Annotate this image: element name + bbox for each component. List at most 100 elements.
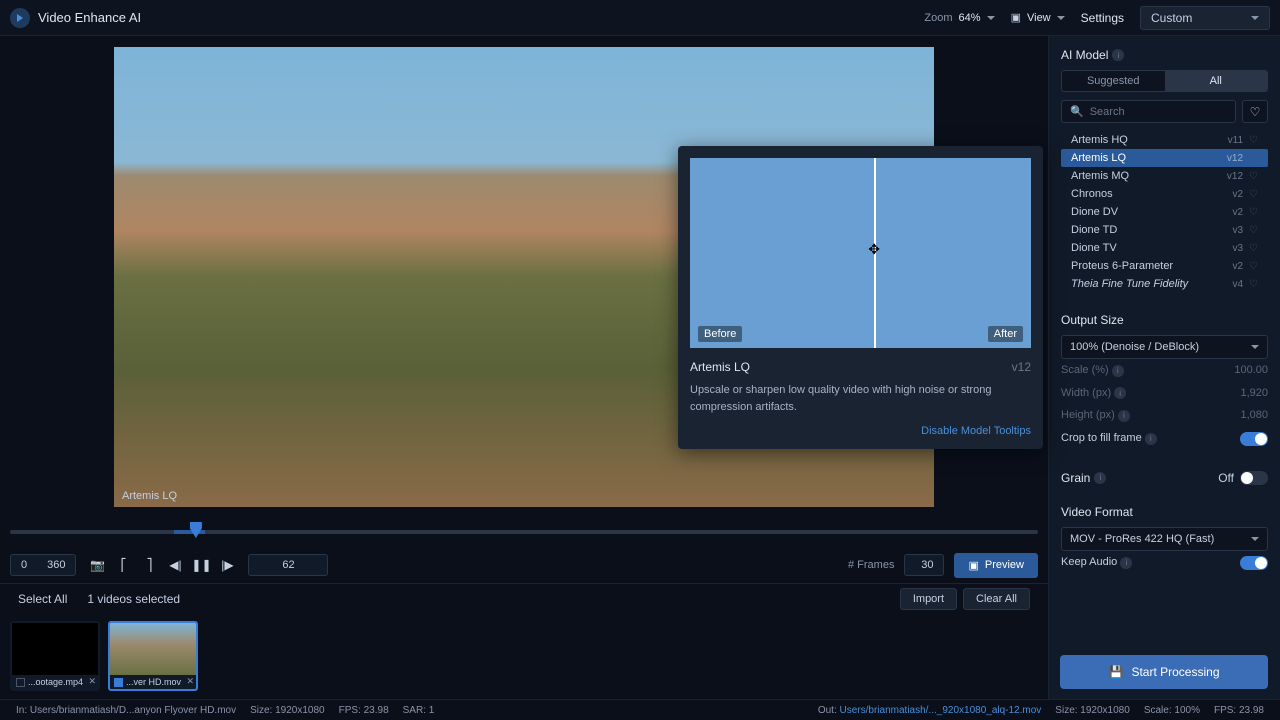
start-processing-button[interactable]: 💾 Start Processing xyxy=(1060,655,1268,689)
info-icon[interactable]: i xyxy=(1118,410,1130,422)
ai-model-title: AI Model xyxy=(1061,48,1108,62)
thumbnail-filename: ...ootage.mp4 xyxy=(28,677,83,687)
close-icon[interactable]: ✕ xyxy=(88,676,96,687)
grain-toggle[interactable] xyxy=(1240,471,1268,485)
app-title: Video Enhance AI xyxy=(38,10,141,25)
model-item[interactable]: Dione TVv3♡ xyxy=(1061,239,1268,257)
snapshot-button[interactable]: 📷 xyxy=(86,554,108,576)
video-format-select[interactable]: MOV - ProRes 422 HQ (Fast) xyxy=(1061,527,1268,551)
model-item[interactable]: Artemis LQv12♡ xyxy=(1061,149,1268,167)
compare-preview[interactable]: ✥ Before After xyxy=(690,158,1031,348)
preview-label: Preview xyxy=(985,559,1024,571)
heart-icon[interactable]: ♡ xyxy=(1249,189,1258,200)
keep-audio-toggle[interactable] xyxy=(1240,556,1268,570)
model-name: Dione TV xyxy=(1071,242,1232,254)
heart-icon[interactable]: ♡ xyxy=(1249,171,1258,182)
preview-button[interactable]: ▣ Preview xyxy=(954,553,1038,578)
crop-toggle[interactable] xyxy=(1240,432,1268,446)
frames-input[interactable]: 30 xyxy=(904,554,944,576)
grain-state: Off xyxy=(1218,471,1234,485)
output-preset-select[interactable]: 100% (Denoise / DeBlock) xyxy=(1061,335,1268,359)
model-version: v4 xyxy=(1232,279,1243,290)
heart-icon[interactable]: ♡ xyxy=(1249,207,1258,218)
zoom-control[interactable]: Zoom 64% xyxy=(924,12,994,24)
heart-icon[interactable]: ♡ xyxy=(1249,225,1258,236)
before-label: Before xyxy=(698,326,742,342)
preset-value: Custom xyxy=(1151,11,1192,25)
compare-handle-icon[interactable]: ✥ xyxy=(863,238,885,260)
mark-out-button[interactable]: ⎤ xyxy=(138,554,160,576)
in-fps: FPS: 23.98 xyxy=(339,705,389,716)
info-icon[interactable]: i xyxy=(1112,49,1124,61)
info-icon[interactable]: i xyxy=(1112,365,1124,377)
model-version: v12 xyxy=(1227,171,1243,182)
heart-icon[interactable]: ♡ xyxy=(1249,243,1258,254)
out-label: Out: xyxy=(818,705,837,716)
tab-all[interactable]: All xyxy=(1165,71,1268,91)
model-item[interactable]: Proteus 6-Parameterv2♡ xyxy=(1061,257,1268,275)
heart-icon[interactable]: ♡ xyxy=(1249,261,1258,272)
select-all-link[interactable]: Select All xyxy=(18,592,67,606)
heart-icon[interactable]: ♡ xyxy=(1249,279,1258,290)
in-size: Size: 1920x1080 xyxy=(250,705,325,716)
thumbnail-checkbox[interactable] xyxy=(16,678,25,687)
model-version: v2 xyxy=(1232,189,1243,200)
disable-tooltips-link[interactable]: Disable Model Tooltips xyxy=(690,425,1031,437)
info-icon[interactable]: i xyxy=(1120,557,1132,569)
preview-icon: ▣ xyxy=(968,559,978,572)
model-item[interactable]: Chronosv2 ♡ xyxy=(1061,185,1268,203)
model-item[interactable]: Theia Fine Tune Fidelityv4♡ xyxy=(1061,275,1268,293)
heart-icon[interactable]: ♡ xyxy=(1249,135,1258,146)
step-forward-button[interactable]: |▶ xyxy=(216,554,238,576)
info-icon[interactable]: i xyxy=(1145,433,1157,445)
favorite-filter-button[interactable]: ♡ xyxy=(1242,100,1268,123)
timeline-region[interactable] xyxy=(174,530,205,534)
zoom-value: 64% xyxy=(959,12,981,24)
after-label: After xyxy=(988,326,1023,342)
width-label: Width (px) xyxy=(1061,387,1111,399)
chevron-down-icon xyxy=(1251,16,1259,20)
zoom-label: Zoom xyxy=(924,12,952,24)
chevron-down-icon xyxy=(1057,16,1065,20)
height-value: 1,080 xyxy=(1212,409,1268,421)
out-path-link[interactable]: Users/brianmatiash/..._920x1080_alq-12.m… xyxy=(840,705,1042,716)
info-icon[interactable]: i xyxy=(1094,472,1106,484)
close-icon[interactable]: ✕ xyxy=(186,676,194,687)
keep-audio-label: Keep Audio xyxy=(1061,556,1117,568)
model-name: Chronos xyxy=(1071,188,1232,200)
clear-all-button[interactable]: Clear All xyxy=(963,588,1030,610)
model-tooltip-panel: ✥ Before After Artemis LQ v12 Upscale or… xyxy=(678,146,1043,449)
width-value: 1,920 xyxy=(1212,387,1268,399)
timeline-playhead[interactable] xyxy=(190,522,202,538)
video-thumbnail[interactable]: ...ver HD.mov ✕ xyxy=(108,621,198,691)
model-item[interactable]: Artemis MQv12♡ xyxy=(1061,167,1268,185)
output-size-title: Output Size xyxy=(1061,313,1268,327)
import-button[interactable]: Import xyxy=(900,588,957,610)
timeline[interactable] xyxy=(0,517,1048,547)
model-item[interactable]: Artemis HQv11♡ xyxy=(1061,131,1268,149)
tab-suggested[interactable]: Suggested xyxy=(1062,71,1165,91)
preset-select[interactable]: Custom xyxy=(1140,6,1270,30)
model-version: v2 xyxy=(1232,207,1243,218)
model-name: Proteus 6-Parameter xyxy=(1071,260,1232,272)
thumbnail-filename: ...ver HD.mov xyxy=(126,677,181,687)
heart-icon[interactable]: ♡ xyxy=(1249,153,1258,164)
info-icon[interactable]: i xyxy=(1114,387,1126,399)
pause-button[interactable]: ❚❚ xyxy=(190,554,212,576)
mark-in-button[interactable]: ⎡ xyxy=(112,554,134,576)
view-control[interactable]: ▣ View xyxy=(1011,11,1065,24)
crop-label: Crop to fill frame xyxy=(1061,432,1142,444)
model-item[interactable]: Dione TDv3♡ xyxy=(1061,221,1268,239)
search-placeholder: Search xyxy=(1090,106,1125,118)
scale-value: 100.00 xyxy=(1212,364,1268,376)
chevron-down-icon xyxy=(1251,345,1259,349)
process-label: Start Processing xyxy=(1131,665,1219,679)
video-thumbnail[interactable]: ...ootage.mp4 ✕ xyxy=(10,621,100,691)
step-back-button[interactable]: ◀| xyxy=(164,554,186,576)
selection-count: 1 videos selected xyxy=(87,592,180,606)
model-item[interactable]: Dione DVv2♡ xyxy=(1061,203,1268,221)
settings-link[interactable]: Settings xyxy=(1081,11,1124,25)
model-version: v11 xyxy=(1228,135,1243,146)
thumbnail-checkbox[interactable] xyxy=(114,678,123,687)
search-input[interactable]: 🔍 Search xyxy=(1061,100,1236,123)
